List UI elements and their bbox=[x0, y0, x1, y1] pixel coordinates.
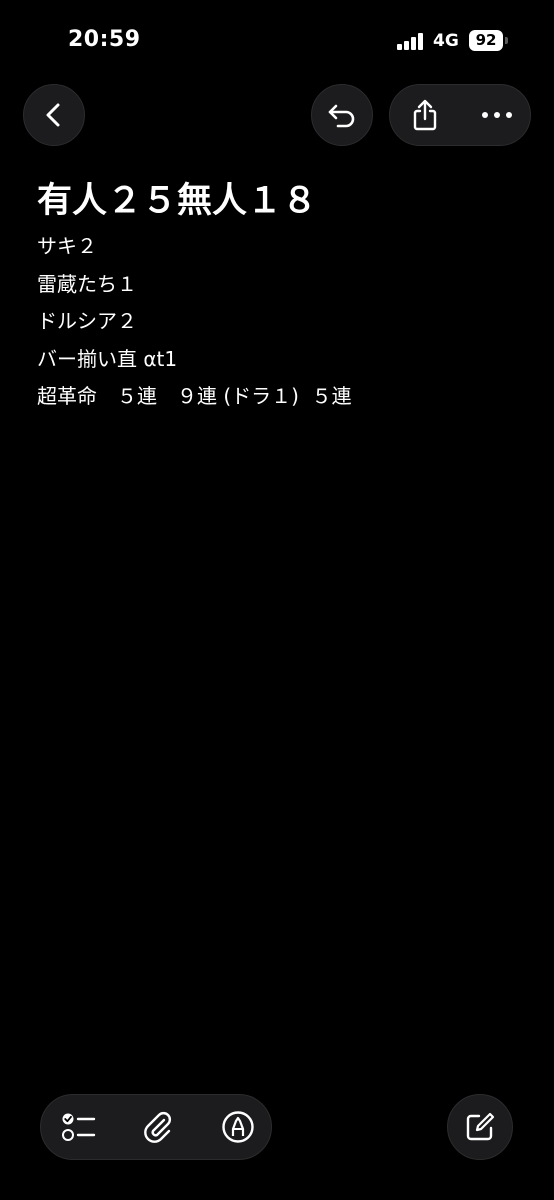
markup-button[interactable] bbox=[208, 1095, 268, 1159]
ellipsis-icon bbox=[482, 112, 512, 118]
more-button[interactable] bbox=[462, 85, 532, 145]
toolbar-pill bbox=[389, 84, 531, 146]
note-body[interactable]: サキ２ 雷蔵たち１ ドルシア２ バー揃い直 αt1 超革命 ５連 ９連 (ドラ１… bbox=[37, 228, 352, 416]
network-type: 4G bbox=[433, 31, 459, 51]
attachment-button[interactable] bbox=[128, 1095, 188, 1159]
chevron-left-icon bbox=[46, 103, 60, 127]
battery-icon: 92 bbox=[469, 30, 503, 51]
share-button[interactable] bbox=[390, 85, 460, 145]
share-icon bbox=[413, 99, 437, 131]
cellular-signal-icon bbox=[397, 33, 427, 50]
note-line: 雷蔵たち１ bbox=[37, 271, 137, 296]
checklist-button[interactable] bbox=[49, 1095, 109, 1159]
note-title[interactable]: 有人２５無人１８ bbox=[37, 172, 317, 223]
note-line: バー揃い直 αt1 bbox=[37, 346, 178, 371]
undo-button[interactable] bbox=[311, 84, 373, 146]
status-time: 20:59 bbox=[68, 27, 141, 52]
battery-tip bbox=[505, 37, 508, 44]
compose-button[interactable] bbox=[447, 1094, 513, 1160]
status-bar: 20:59 4G 92 bbox=[0, 0, 554, 80]
undo-icon bbox=[328, 104, 355, 128]
back-button[interactable] bbox=[23, 84, 85, 146]
checklist-icon bbox=[62, 1113, 96, 1141]
compose-icon bbox=[466, 1112, 495, 1141]
note-line: ドルシア２ bbox=[37, 309, 137, 333]
note-line: 超革命 ５連 ９連 (ドラ１) ５連 bbox=[37, 384, 352, 408]
note-line: サキ２ bbox=[37, 234, 97, 258]
paperclip-icon bbox=[144, 1112, 171, 1143]
bottom-toolbar bbox=[40, 1094, 272, 1160]
markup-pen-icon bbox=[222, 1111, 254, 1143]
